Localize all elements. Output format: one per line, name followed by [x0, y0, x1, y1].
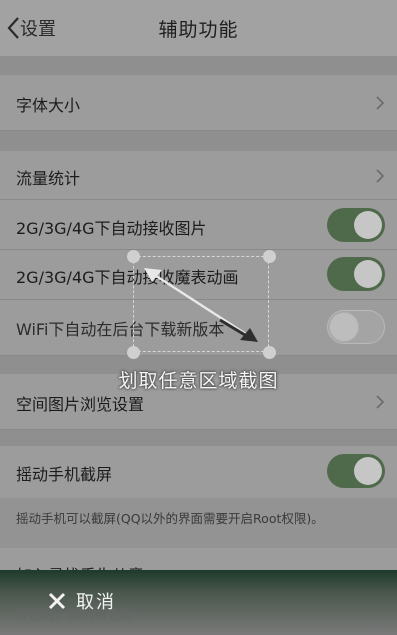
close-icon	[48, 592, 66, 610]
toggle-knob	[354, 457, 382, 485]
crop-handle-top-right[interactable]	[263, 250, 276, 263]
chevron-right-icon	[376, 96, 385, 110]
crop-handle-bottom-left[interactable]	[127, 346, 140, 359]
cancel-bar: 开启后，我们将会和 取消	[0, 570, 397, 635]
cancel-label: 取消	[76, 592, 116, 613]
screen: 设置 辅助功能 字体大小 流量统计 2G/3G/4G下自动接收图片 2G/3G/…	[0, 0, 397, 635]
toggle-knob	[330, 312, 358, 341]
font-size-label: 字体大小	[16, 96, 81, 115]
shake-screenshot-row: 摇动手机截屏	[0, 446, 397, 498]
crop-handle-top-left[interactable]	[127, 250, 140, 263]
section-gap	[0, 430, 397, 446]
auto-receive-animation-toggle[interactable]	[327, 257, 385, 291]
shake-note: 摇动手机可以截屏(QQ以外的界面需要开启Root权限)。	[16, 511, 324, 526]
toggle-knob	[354, 260, 382, 288]
drag-arrow-icon	[144, 268, 258, 342]
font-size-row[interactable]: 字体大小	[0, 75, 397, 131]
section-gap	[0, 131, 397, 151]
crop-hint-text: 划取任意区域截图	[118, 370, 279, 392]
crop-handle-bottom-right[interactable]	[263, 346, 276, 359]
section-gap	[0, 57, 397, 75]
traffic-stats-row[interactable]: 流量统计	[0, 151, 397, 200]
shake-note-area: 摇动手机可以截屏(QQ以外的界面需要开启Root权限)。	[0, 498, 397, 548]
auto-receive-images-row: 2G/3G/4G下自动接收图片	[0, 200, 397, 250]
auto-receive-images-toggle[interactable]	[327, 208, 385, 242]
wifi-auto-download-toggle[interactable]	[327, 310, 385, 344]
traffic-stats-label: 流量统计	[16, 169, 81, 188]
nav-header: 设置 辅助功能	[0, 0, 397, 57]
auto-receive-images-label: 2G/3G/4G下自动接收图片	[16, 219, 207, 238]
space-image-settings-label: 空间图片浏览设置	[16, 395, 145, 414]
shake-screenshot-toggle[interactable]	[327, 454, 385, 488]
toggle-knob	[354, 211, 382, 239]
page-title: 辅助功能	[158, 19, 239, 41]
chevron-right-icon	[376, 395, 385, 409]
shake-screenshot-label: 摇动手机截屏	[16, 465, 113, 484]
cancel-button[interactable]: 取消	[48, 588, 116, 614]
chevron-right-icon	[376, 169, 385, 183]
